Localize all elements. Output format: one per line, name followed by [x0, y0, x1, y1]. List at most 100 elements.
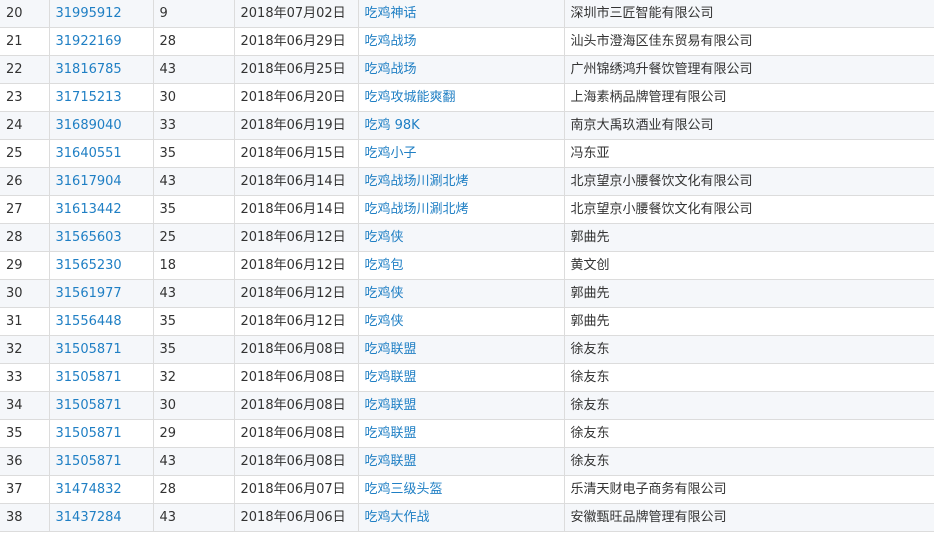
application-date-cell: 2018年06月19日 — [234, 111, 359, 140]
class-number: 18 — [159, 258, 177, 273]
trademark-name-link[interactable]: 吃鸡小子 — [365, 146, 417, 161]
trademark-name-link[interactable]: 吃鸡战场川涮北烤 — [365, 174, 469, 189]
application-date: 2018年06月19日 — [240, 118, 346, 133]
applicant-name: 徐友东 — [570, 342, 610, 357]
registration-number-link[interactable]: 31505871 — [56, 398, 122, 413]
registration-number-link[interactable]: 31505871 — [56, 370, 122, 385]
trademark-name-link[interactable]: 吃鸡侠 — [365, 314, 404, 329]
applicant-name-cell: 黄文创 — [564, 251, 934, 280]
applicant-name: 徐友东 — [570, 398, 610, 413]
trademark-name-cell: 吃鸡侠 — [358, 307, 565, 336]
registration-number-cell: 31437284 — [49, 503, 154, 532]
trademark-name-link[interactable]: 吃鸡三级头盔 — [365, 482, 443, 497]
row-index: 20 — [6, 6, 23, 21]
trademark-name-link[interactable]: 吃鸡联盟 — [365, 454, 417, 469]
applicant-name-cell: 汕头市澄海区佳东贸易有限公司 — [564, 27, 934, 56]
registration-number-cell: 31505871 — [49, 335, 154, 364]
class-number: 30 — [159, 398, 177, 413]
registration-number-link[interactable]: 31505871 — [56, 342, 122, 357]
trademark-name-link[interactable]: 吃鸡联盟 — [365, 370, 417, 385]
row-index: 27 — [6, 202, 23, 217]
registration-number-link[interactable]: 31474832 — [56, 482, 122, 497]
applicant-name-cell: 北京望京小腰餐饮文化有限公司 — [564, 167, 934, 196]
registration-number-link[interactable]: 31922169 — [56, 34, 122, 49]
registration-number-link[interactable]: 31995912 — [56, 6, 122, 21]
registration-number-link[interactable]: 31640551 — [56, 146, 122, 161]
trademark-name-link[interactable]: 吃鸡联盟 — [365, 342, 417, 357]
applicant-name: 北京望京小腰餐饮文化有限公司 — [570, 174, 753, 189]
registration-number-cell: 31561977 — [49, 279, 154, 308]
trademark-name-link[interactable]: 吃鸡战场 — [365, 34, 417, 49]
registration-number-link[interactable]: 31556448 — [56, 314, 122, 329]
class-number: 28 — [159, 34, 177, 49]
application-date: 2018年06月15日 — [240, 146, 346, 161]
table-row: 35 31505871 29 2018年06月08日 吃鸡联盟 徐友东 — [0, 419, 934, 448]
registration-number-link[interactable]: 31505871 — [56, 454, 122, 469]
trademark-name-link[interactable]: 吃鸡 98K — [365, 118, 420, 133]
registration-number-link[interactable]: 31565230 — [56, 258, 122, 273]
trademark-name-link[interactable]: 吃鸡侠 — [365, 230, 404, 245]
trademark-name-cell: 吃鸡侠 — [358, 223, 565, 252]
registration-number-link[interactable]: 31617904 — [56, 174, 122, 189]
row-index: 25 — [6, 146, 23, 161]
table-row: 20 31995912 9 2018年07月02日 吃鸡神话 深圳市三匠智能有限公司 — [0, 0, 934, 28]
applicant-name-cell: 南京大禹玖酒业有限公司 — [564, 111, 934, 140]
registration-number-cell: 31922169 — [49, 27, 154, 56]
class-number-cell: 33 — [153, 111, 235, 140]
class-number-cell: 35 — [153, 139, 235, 168]
application-date-cell: 2018年06月15日 — [234, 139, 359, 168]
applicant-name-cell: 郭曲先 — [564, 223, 934, 252]
applicant-name-cell: 徐友东 — [564, 363, 934, 392]
trademark-name-link[interactable]: 吃鸡大作战 — [365, 510, 430, 525]
trademark-name-link[interactable]: 吃鸡包 — [365, 258, 404, 273]
class-number: 35 — [159, 146, 177, 161]
registration-number-cell: 31617904 — [49, 167, 154, 196]
table-row: 21 31922169 28 2018年06月29日 吃鸡战场 汕头市澄海区佳东贸易有限公… — [0, 27, 934, 56]
registration-number-link[interactable]: 31715213 — [56, 90, 122, 105]
application-date-cell: 2018年06月25日 — [234, 55, 359, 84]
registration-number-link[interactable]: 31505871 — [56, 426, 122, 441]
class-number: 9 — [159, 6, 168, 21]
trademark-name-link[interactable]: 吃鸡联盟 — [365, 426, 417, 441]
table-row: 33 31505871 32 2018年06月08日 吃鸡联盟 徐友东 — [0, 363, 934, 392]
registration-number-cell: 31689040 — [49, 111, 154, 140]
table-row: 32 31505871 35 2018年06月08日 吃鸡联盟 徐友东 — [0, 335, 934, 364]
row-index: 28 — [6, 230, 23, 245]
application-date-cell: 2018年06月14日 — [234, 167, 359, 196]
applicant-name: 安徽甄旺品牌管理有限公司 — [570, 510, 727, 525]
row-index: 24 — [6, 118, 23, 133]
trademark-name-cell: 吃鸡三级头盔 — [358, 475, 565, 504]
registration-number-link[interactable]: 31437284 — [56, 510, 122, 525]
class-number-cell: 9 — [153, 0, 235, 28]
trademark-name-link[interactable]: 吃鸡战场 — [365, 62, 417, 77]
class-number: 32 — [159, 370, 177, 385]
trademark-name-link[interactable]: 吃鸡攻城能爽翻 — [365, 90, 456, 105]
registration-number-link[interactable]: 31689040 — [56, 118, 122, 133]
applicant-name: 广州锦绣鸿升餐饮管理有限公司 — [570, 62, 753, 77]
applicant-name-cell: 安徽甄旺品牌管理有限公司 — [564, 503, 934, 532]
registration-number-link[interactable]: 31816785 — [56, 62, 122, 77]
application-date: 2018年07月02日 — [240, 6, 346, 21]
applicant-name: 黄文创 — [570, 258, 610, 273]
application-date: 2018年06月08日 — [240, 370, 346, 385]
application-date: 2018年06月20日 — [240, 90, 346, 105]
class-number: 25 — [159, 230, 177, 245]
row-index: 30 — [6, 286, 23, 301]
registration-number-link[interactable]: 31565603 — [56, 230, 122, 245]
row-index: 26 — [6, 174, 23, 189]
trademark-table-body: 20 31995912 9 2018年07月02日 吃鸡神话 深圳市三匠智能有限公司 21 3… — [0, 0, 934, 532]
application-date: 2018年06月14日 — [240, 174, 346, 189]
row-index: 34 — [6, 398, 23, 413]
row-index: 33 — [6, 370, 23, 385]
trademark-name-link[interactable]: 吃鸡神话 — [365, 6, 417, 21]
row-index: 31 — [6, 314, 23, 329]
registration-number-link[interactable]: 31561977 — [56, 286, 122, 301]
trademark-name-link[interactable]: 吃鸡侠 — [365, 286, 404, 301]
applicant-name: 郭曲先 — [570, 314, 610, 329]
registration-number-link[interactable]: 31613442 — [56, 202, 122, 217]
trademark-name-cell: 吃鸡战场川涮北烤 — [358, 195, 565, 224]
application-date: 2018年06月12日 — [240, 286, 346, 301]
class-number: 43 — [159, 62, 177, 77]
trademark-name-link[interactable]: 吃鸡战场川涮北烤 — [365, 202, 469, 217]
trademark-name-link[interactable]: 吃鸡联盟 — [365, 398, 417, 413]
